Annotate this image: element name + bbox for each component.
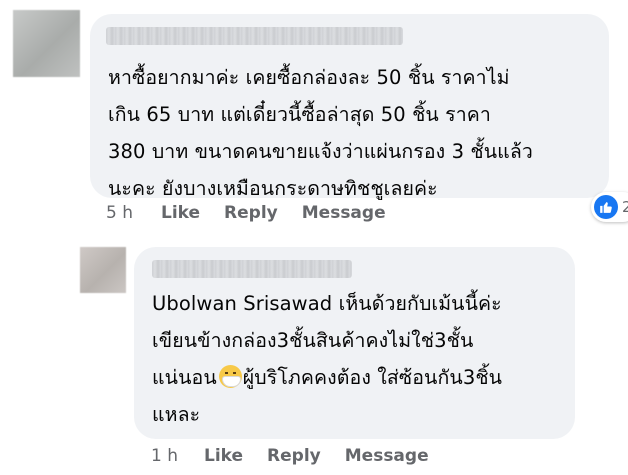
face-with-medical-mask-emoji-icon (218, 365, 242, 388)
reply-message-button[interactable]: Message (345, 446, 429, 466)
reaction-summary[interactable]: 2 (591, 192, 628, 222)
commenter-name-redacted[interactable] (106, 27, 403, 45)
comment-timestamp[interactable]: 5 h (106, 203, 133, 223)
reply-text-line4: แหละ (152, 403, 201, 426)
commenter-avatar[interactable] (13, 10, 80, 77)
reply-actions: 1 h Like Reply Message (151, 446, 453, 466)
reply-timestamp[interactable]: 1 h (151, 446, 178, 466)
reply-reply-button[interactable]: Reply (267, 446, 321, 466)
comment-actions: 5 h Like Reply Message (106, 203, 410, 223)
mention-link[interactable]: Ubolwan Srisawad (152, 292, 332, 315)
reply-author-name-redacted[interactable] (152, 260, 352, 278)
reply-button[interactable]: Reply (224, 203, 278, 223)
comment-bubble: หาซื้อยากมาค่ะ เคยซื้อกล่องละ 50 ชิ้น รา… (90, 14, 609, 200)
like-button[interactable]: Like (161, 203, 200, 223)
reply-like-button[interactable]: Like (204, 446, 243, 466)
reply-text-line3-start: แน่นอน (152, 366, 217, 389)
message-button[interactable]: Message (302, 203, 386, 223)
reply-avatar[interactable] (80, 247, 126, 293)
thumbs-up-icon (594, 195, 618, 219)
reaction-count: 2 (622, 198, 628, 216)
reply-text-line2: เขียนข้างกล่อง3ชั้นสินค้าคงไม่ใช่3ชั้น (152, 329, 474, 352)
reply-text-line3-end: ผู้บริโภคคงต้อง ใส่ซ้อนกัน3ชิ้น (242, 366, 503, 389)
reply-bubble: Ubolwan Srisawad เห็นด้วยกับเม้นนี้ค่ะเข… (134, 247, 575, 439)
reply-text: Ubolwan Srisawad เห็นด้วยกับเม้นนี้ค่ะเข… (152, 285, 572, 433)
reply-text-line1: เห็นด้วยกับเม้นนี้ค่ะ (332, 292, 502, 315)
comment-text: หาซื้อยากมาค่ะ เคยซื้อกล่องละ 50 ชิ้น รา… (108, 66, 533, 200)
